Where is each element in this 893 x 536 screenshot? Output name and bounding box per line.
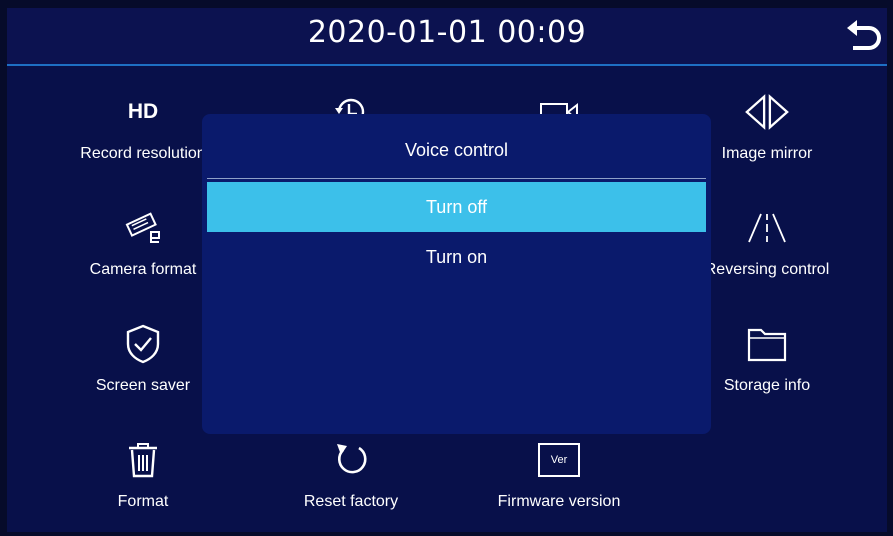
shield-check-icon: [119, 320, 167, 368]
datetime-display: 2020-01-01 00:09: [307, 15, 587, 50]
mirror-icon: [743, 88, 791, 136]
folder-icon: [743, 320, 791, 368]
dialog-divider: [207, 178, 706, 179]
voice-control-dialog: Voice control Turn off Turn on: [202, 114, 711, 434]
hd-icon: HD: [119, 88, 167, 136]
firmware-version-label: Firmware version: [497, 493, 621, 510]
top-bar: 2020-01-01 00:09: [7, 8, 887, 66]
reset-factory-label: Reset factory: [303, 493, 399, 510]
reset-factory-item[interactable]: Reset factory: [251, 436, 451, 536]
ver-icon-text: Ver: [550, 454, 568, 466]
road-icon: [743, 204, 791, 252]
cctv-camera-icon: [119, 204, 167, 252]
format-label: Format: [117, 493, 169, 510]
trash-icon: [119, 436, 167, 484]
option-turn-off[interactable]: Turn off: [207, 182, 706, 232]
format-item[interactable]: Format: [43, 436, 243, 536]
dialog-title: Voice control: [404, 140, 509, 160]
firmware-version-icon: Ver: [535, 436, 583, 484]
option-turn-on[interactable]: Turn on: [207, 232, 706, 282]
hd-icon-text: HD: [127, 100, 159, 123]
firmware-version-item[interactable]: Ver Firmware version: [459, 436, 659, 536]
back-arrow-icon[interactable]: [843, 16, 883, 56]
reset-icon: [327, 436, 375, 484]
